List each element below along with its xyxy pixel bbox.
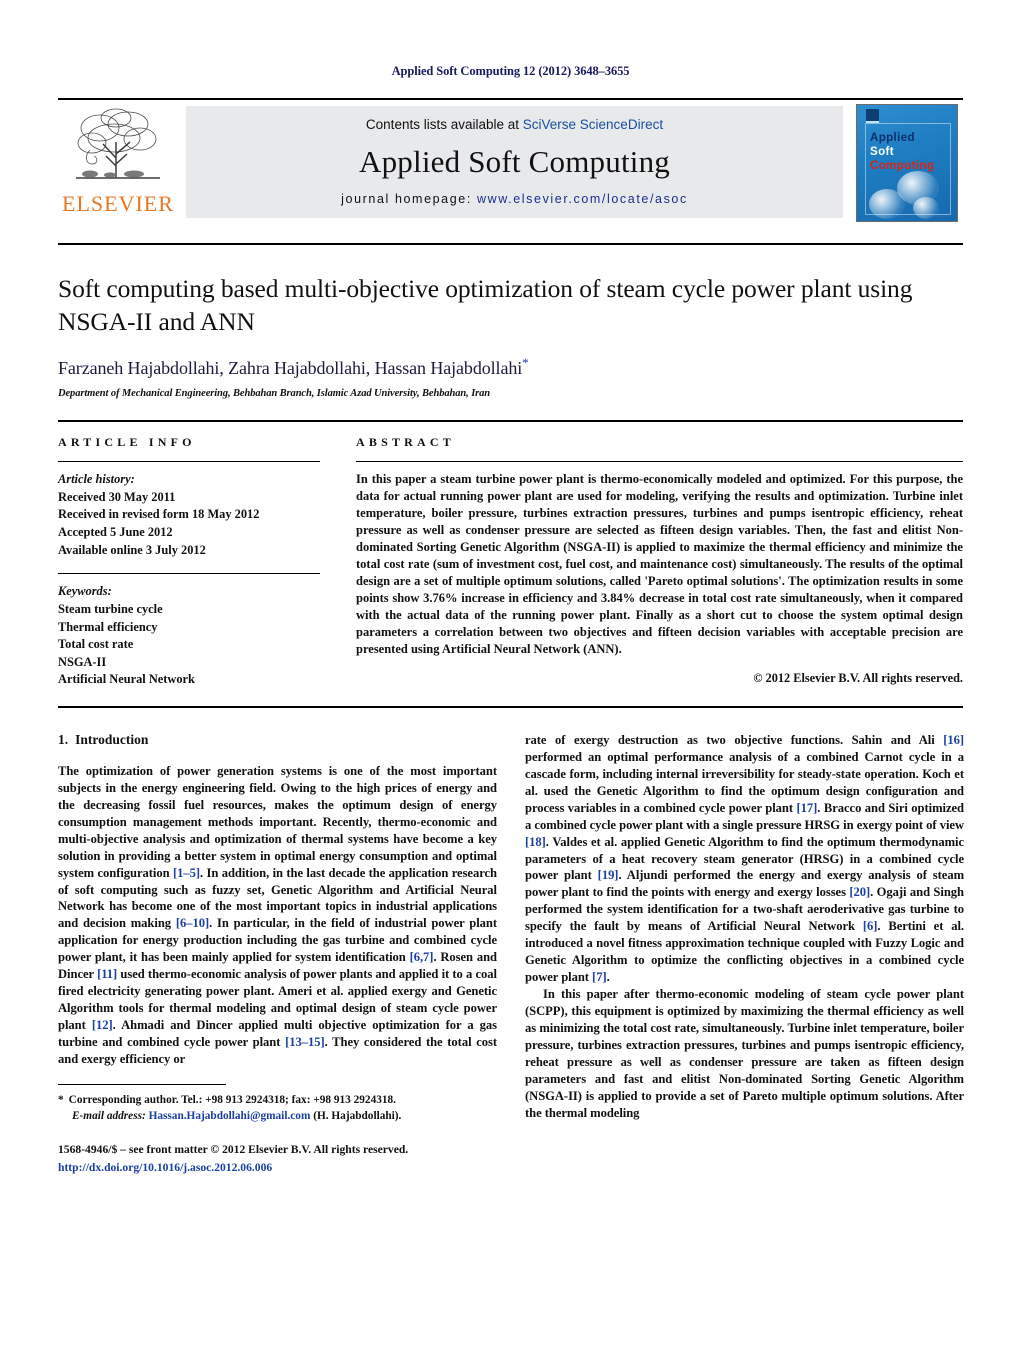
sciencedirect-link[interactable]: SciVerse ScienceDirect bbox=[523, 117, 663, 132]
email-label: E-mail address: bbox=[72, 1109, 146, 1122]
citation-link[interactable]: [12] bbox=[92, 1018, 113, 1032]
divider bbox=[58, 705, 963, 708]
issn-line: 1568-4946/$ – see front matter © 2012 El… bbox=[58, 1143, 409, 1157]
author-names: Farzaneh Hajabdollahi, Zahra Hajabdollah… bbox=[58, 358, 523, 379]
citation-link[interactable]: [19] bbox=[598, 868, 619, 882]
cover-title-line-3: Computing bbox=[870, 160, 935, 172]
citation-link[interactable]: [16] bbox=[943, 733, 964, 747]
citation-link[interactable]: [6–10] bbox=[176, 916, 209, 930]
history-item: Received in revised form 18 May 2012 bbox=[58, 507, 260, 522]
article-head: Soft computing based multi-objective opt… bbox=[58, 243, 963, 399]
keyword-item: Thermal efficiency bbox=[58, 619, 158, 634]
divider bbox=[58, 573, 320, 575]
author-list: Farzaneh Hajabdollahi, Zahra Hajabdollah… bbox=[58, 355, 963, 379]
citation-link[interactable]: [7] bbox=[592, 970, 607, 984]
article-history-label: Article history: bbox=[58, 472, 135, 487]
copyright-line: © 2012 Elsevier B.V. All rights reserved… bbox=[753, 671, 963, 686]
keyword-item: Total cost rate bbox=[58, 637, 134, 652]
cover-emblem-icon bbox=[866, 109, 879, 123]
body-column-left: 1. Introduction The optimization of power… bbox=[58, 732, 497, 1176]
text-run: . bbox=[606, 970, 610, 985]
footnote-divider bbox=[58, 1083, 226, 1085]
keyword-item: Artificial Neural Network bbox=[58, 672, 195, 687]
cover-title-line-1: Applied bbox=[870, 132, 915, 144]
citation-link[interactable]: [1–5] bbox=[173, 866, 200, 880]
journal-title: Applied Soft Computing bbox=[359, 144, 670, 179]
cover-title-line-2: Soft bbox=[870, 146, 894, 158]
affiliation: Department of Mechanical Engineering, Be… bbox=[58, 388, 491, 400]
abstract-column: ABSTRACT In this paper a steam turbine p… bbox=[356, 435, 963, 689]
journal-cover-thumbnail: Applied Soft Computing bbox=[856, 104, 958, 222]
citation-link[interactable]: [17] bbox=[796, 801, 817, 815]
section-heading-introduction: 1. Introduction bbox=[58, 732, 497, 748]
citation-link[interactable]: [13–15] bbox=[285, 1035, 325, 1049]
doi-link[interactable]: http://dx.doi.org/10.1016/j.asoc.2012.06… bbox=[58, 1159, 497, 1176]
journal-homepage-link[interactable]: www.elsevier.com/locate/asoc bbox=[477, 192, 688, 206]
citation-link[interactable]: [18] bbox=[525, 835, 546, 849]
citation-link[interactable]: [6] bbox=[863, 919, 878, 933]
citation-link[interactable]: [6,7] bbox=[410, 950, 434, 964]
abstract-text: In this paper a steam turbine power plan… bbox=[356, 472, 963, 657]
divider bbox=[356, 461, 963, 463]
section-number: 1. bbox=[58, 731, 69, 747]
running-head: Applied Soft Computing 12 (2012) 3648–36… bbox=[391, 64, 630, 78]
journal-banner-center: Contents lists available at SciVerse Sci… bbox=[186, 106, 843, 218]
cover-blob-icon bbox=[913, 197, 939, 219]
paragraph: The optimization of power generation sys… bbox=[58, 763, 497, 1068]
email-link[interactable]: Hassan.Hajabdollahi@gmail.com bbox=[149, 1110, 311, 1122]
footnote-area: * Corresponding author. Tel.: +98 913 292… bbox=[58, 1083, 497, 1176]
keywords-label: Keywords: bbox=[58, 584, 112, 599]
elsevier-logo: ELSEVIER bbox=[58, 100, 178, 226]
citation-link[interactable]: [11] bbox=[97, 967, 117, 981]
body-columns: 1. Introduction The optimization of power… bbox=[58, 732, 964, 1176]
text-run: rate of exergy destruction as two object… bbox=[525, 732, 944, 747]
page-title: Soft computing based multi-objective opt… bbox=[58, 274, 913, 336]
keyword-item: Steam turbine cycle bbox=[58, 601, 163, 616]
keywords-group: Keywords: Steam turbine cycle Thermal ef… bbox=[58, 583, 320, 689]
contents-list-line: Contents lists available at SciVerse Sci… bbox=[366, 117, 663, 132]
text-run: The optimization of power generation sys… bbox=[58, 763, 497, 880]
footnote-marker: * bbox=[58, 1093, 64, 1106]
elsevier-tree-icon bbox=[70, 106, 166, 192]
journal-homepage-line: journal homepage: www.elsevier.com/locat… bbox=[341, 192, 688, 206]
divider bbox=[58, 461, 320, 463]
corresponding-author-text: Corresponding author. Tel.: +98 913 2924… bbox=[68, 1093, 396, 1106]
journal-cover-container: Applied Soft Computing bbox=[851, 100, 963, 226]
article-info-label: ARTICLE INFO bbox=[58, 435, 196, 450]
contents-prefix: Contents lists available at bbox=[365, 117, 523, 132]
history-item: Available online 3 July 2012 bbox=[58, 542, 206, 557]
abstract-label: ABSTRACT bbox=[356, 435, 455, 450]
elsevier-wordmark: ELSEVIER bbox=[62, 191, 174, 216]
keyword-item: NSGA-II bbox=[58, 654, 107, 669]
paragraph: In this paper after thermo-economic mode… bbox=[525, 987, 964, 1120]
issn-copyright-block: 1568-4946/$ – see front matter © 2012 El… bbox=[58, 1141, 497, 1176]
article-history-group: Article history: Received 30 May 2011 Re… bbox=[58, 471, 320, 559]
citation-link[interactable]: [20] bbox=[849, 885, 870, 899]
body-column-right: rate of exergy destruction as two object… bbox=[525, 732, 964, 1176]
paper-page: Applied Soft Computing 12 (2012) 3648–36… bbox=[0, 0, 1021, 1351]
journal-banner: ELSEVIER Contents lists available at Sci… bbox=[58, 98, 963, 226]
corresponding-author-marker: * bbox=[522, 355, 529, 371]
article-info-column: ARTICLE INFO Article history: Received 3… bbox=[58, 435, 320, 689]
history-item: Accepted 5 June 2012 bbox=[58, 525, 173, 540]
corresponding-author-note: * Corresponding author. Tel.: +98 913 292… bbox=[58, 1093, 497, 1125]
homepage-prefix: journal homepage: bbox=[341, 192, 477, 206]
cover-blob-icon bbox=[869, 189, 905, 219]
info-abstract-block: ARTICLE INFO Article history: Received 3… bbox=[58, 420, 963, 689]
paragraph: rate of exergy destruction as two object… bbox=[525, 732, 964, 986]
section-title: Introduction bbox=[75, 731, 149, 747]
history-item: Received 30 May 2011 bbox=[58, 489, 176, 504]
email-suffix: (H. Hajabdollahi). bbox=[313, 1109, 402, 1122]
